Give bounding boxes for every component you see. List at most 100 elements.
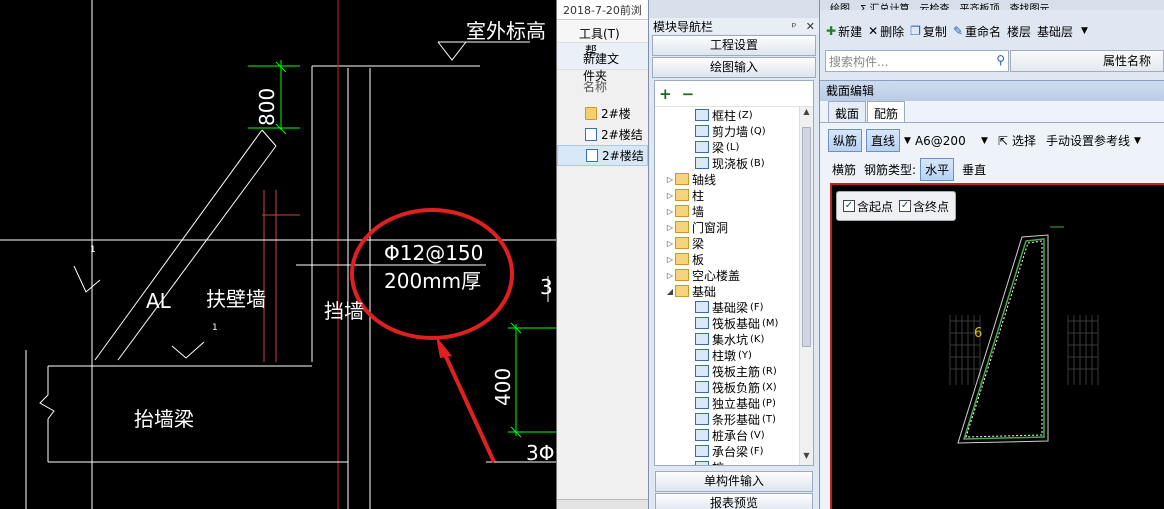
tree-node[interactable]: 梁 (L) — [655, 139, 799, 155]
tree-node[interactable]: 剪力墙 (Q) — [655, 123, 799, 139]
expand-toggle-icon[interactable]: ▷ — [665, 191, 675, 200]
expand-toggle-icon[interactable]: ◢ — [665, 287, 675, 296]
scroll-up-icon[interactable]: ▲ — [800, 107, 813, 121]
nav-section-single[interactable]: 单构件输入 — [655, 471, 813, 492]
cursor-select-icon[interactable]: ⇱ — [998, 134, 1008, 148]
delete-button[interactable]: ✕ 删除 — [868, 23, 904, 40]
new-folder-button[interactable]: 新建文件夹 — [557, 42, 648, 83]
tree-scrollbar[interactable]: ▲ ▼ — [799, 107, 813, 465]
copy-button[interactable]: ❐ 复制 — [910, 23, 947, 40]
expand-toggle-icon[interactable]: ▷ — [665, 271, 675, 280]
rename-button[interactable]: ✎ 重命名 — [953, 23, 1001, 40]
property-name-header[interactable]: 属性名称 — [1010, 50, 1164, 72]
rebar-spec-input[interactable]: A6@200 — [915, 134, 977, 148]
section-editor-tabs: 截面 配筋 — [820, 101, 1164, 123]
expand-toggle-icon[interactable]: ▷ — [665, 207, 675, 216]
manual-ref-line-button[interactable]: 手动设置参考线 — [1046, 132, 1130, 149]
section-canvas[interactable]: ✓ 含起点 ✓ 含终点 6 — [830, 183, 1164, 509]
tree-node[interactable]: ▷ 空心楼盖 — [655, 267, 799, 283]
longitudinal-bar-button[interactable]: 纵筋 — [828, 129, 863, 152]
tree-node[interactable]: 集水坑 (K) — [655, 331, 799, 347]
nav-section-report[interactable]: 报表预览 — [655, 493, 813, 509]
component-tree-box: + − 框柱 (Z) 剪力墙 (Q) 梁 (L) 现浇板 (B) ▷ 轴线 ▷ 柱 ▷ 墙 ▷ 门窗洞 ▷ 梁 ▷ 板… — [654, 80, 814, 466]
tab-section[interactable]: 截面 — [828, 101, 867, 122]
tree-node[interactable]: 现浇板 (B) — [655, 155, 799, 171]
folder-icon — [675, 269, 689, 281]
top-strip-item[interactable]: 云检查 — [920, 4, 950, 10]
select-button[interactable]: 选择 — [1012, 132, 1036, 149]
top-strip-item[interactable]: Σ 汇总计算 — [860, 4, 910, 10]
floor-label: 楼层 — [1007, 24, 1032, 39]
tree-node-label: 梁 — [712, 140, 725, 155]
top-strip-item[interactable]: 绘图 — [830, 4, 850, 10]
scroll-down-icon[interactable]: ▼ — [800, 451, 813, 465]
file-item[interactable]: 2#楼 — [557, 103, 648, 124]
component-search-input[interactable]: 搜索构件... ⚲ — [825, 50, 1009, 72]
tree-node[interactable]: 柱墩 (Y) — [655, 347, 799, 363]
explorer-status — [557, 499, 649, 509]
close-icon[interactable]: ✕ — [806, 20, 815, 33]
tree-node[interactable]: ▷ 梁 — [655, 235, 799, 251]
tree-node[interactable]: 筏板负筋 (X) — [655, 379, 799, 395]
scroll-thumb[interactable] — [802, 127, 811, 347]
tree-node-label: 柱墩 — [712, 348, 737, 363]
tab-rebar[interactable]: 配筋 — [867, 101, 906, 122]
file-item[interactable]: 2#楼结 — [557, 124, 648, 145]
component-icon — [695, 429, 709, 441]
expand-toggle-icon[interactable]: ▷ — [665, 255, 675, 264]
chevron-down-icon[interactable]: ▼ — [904, 136, 911, 146]
tree-node-label: 梁 — [692, 236, 705, 251]
rebar-type-label: 钢筋类型: — [864, 163, 917, 177]
tree-node[interactable]: 框柱 (Z) — [655, 107, 799, 123]
floor-select[interactable]: 基础层 ▼ — [1037, 23, 1088, 40]
tree-node[interactable]: 筏板基础 (M) — [655, 315, 799, 331]
vertical-button[interactable]: 垂直 — [958, 159, 990, 180]
component-icon — [695, 413, 709, 425]
tree-node[interactable]: ▷ 板 — [655, 251, 799, 267]
nav-section-draw[interactable]: 绘图输入 — [652, 57, 816, 78]
file-item-selected[interactable]: 2#楼结 — [557, 145, 648, 166]
tree-node[interactable]: 承台梁 (F) — [655, 443, 799, 459]
folder-icon — [675, 253, 689, 265]
pin-icon[interactable]: ᵖ — [792, 20, 797, 33]
line-mode-button[interactable]: 直线 — [866, 129, 901, 152]
tree-node[interactable]: 独立基础 (P) — [655, 395, 799, 411]
chevron-down-icon[interactable]: ▼ — [1134, 136, 1141, 146]
tree-node[interactable]: 基础梁 (F) — [655, 299, 799, 315]
file-name: 2#楼 — [601, 107, 631, 121]
tree-node[interactable]: 桩 — [655, 459, 799, 465]
transverse-bar-button[interactable]: 横筋 — [828, 159, 860, 180]
cad-drawing-area[interactable]: 室外标高 800 AL 扶壁墙 挡墙 抬墙梁 Φ12@150 200mm厚 40… — [0, 0, 556, 509]
folder-icon — [675, 237, 689, 249]
copy-icon: ❐ — [910, 24, 921, 38]
top-strip-item[interactable]: 平齐板顶 — [960, 4, 1000, 10]
search-icon[interactable]: ⚲ — [996, 53, 1005, 67]
new-button[interactable]: ✚ 新建 — [826, 23, 862, 40]
component-icon — [695, 461, 709, 465]
menu-tools[interactable]: 工具(T) — [579, 27, 620, 41]
tree-node[interactable]: 条形基础 (T) — [655, 411, 799, 427]
tree-node[interactable]: ▷ 墙 — [655, 203, 799, 219]
collapse-all-icon[interactable]: − — [682, 85, 695, 103]
tree-node-label: 独立基础 — [712, 396, 761, 411]
expand-toggle-icon[interactable]: ▷ — [665, 175, 675, 184]
tree-node-hotkey: (R) — [762, 365, 777, 377]
top-strip-item[interactable]: 查找图元 — [1010, 4, 1050, 10]
section-drawing: 6 — [949, 226, 1099, 444]
tree-node[interactable]: ▷ 门窗洞 — [655, 219, 799, 235]
tree-node[interactable]: ▷ 轴线 — [655, 171, 799, 187]
tree-node-label: 柱 — [692, 188, 705, 203]
folder-icon — [675, 189, 689, 201]
nav-section-project[interactable]: 工程设置 — [652, 35, 816, 56]
tree-node[interactable]: 筏板主筋 (R) — [655, 363, 799, 379]
tree-node[interactable]: ▷ 柱 — [655, 187, 799, 203]
tree-node[interactable]: 桩承台 (V) — [655, 427, 799, 443]
chevron-down-icon[interactable]: ▼ — [981, 136, 988, 146]
expand-toggle-icon[interactable]: ▷ — [665, 223, 675, 232]
tree-node[interactable]: ◢ 基础 — [655, 283, 799, 299]
horizontal-button[interactable]: 水平 — [920, 158, 955, 181]
highlight-arrow — [440, 347, 496, 463]
expand-toggle-icon[interactable]: ▷ — [665, 239, 675, 248]
explorer-title: 2018-7-20前浏 — [557, 0, 648, 20]
expand-all-icon[interactable]: + — [659, 85, 672, 103]
